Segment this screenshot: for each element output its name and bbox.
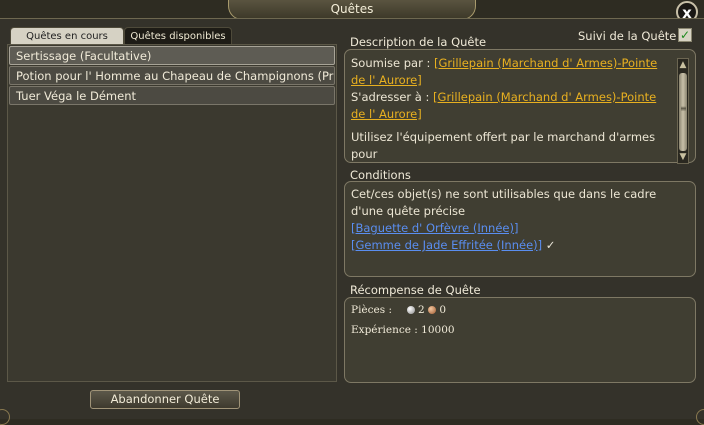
quest-name: Sertissage (Facultative) xyxy=(16,49,152,63)
description-scrollbar[interactable]: ▲ ≡ ▼ xyxy=(677,58,689,164)
conditions-panel: Cet/ces objet(s) ne sont utilisables que… xyxy=(344,181,696,277)
corner-ornament-icon xyxy=(0,409,10,425)
window-title: Quêtes xyxy=(330,2,374,16)
conditions-text-block: Cet/ces objet(s) ne sont utilisables que… xyxy=(351,186,687,254)
scroll-up-icon[interactable]: ▲ xyxy=(677,59,689,71)
copper-coin-icon xyxy=(428,306,437,314)
silver-coin-icon xyxy=(406,306,415,314)
silver-amount: 2 xyxy=(418,304,425,316)
quest-name: Potion pour l' Homme au Chapeau de Champ… xyxy=(16,69,335,83)
abandon-quest-label: Abandonner Quête xyxy=(110,392,220,406)
contact-row: S'adresser à : [Grillepain (Marchand d' … xyxy=(351,89,667,123)
submitted-by-label: Soumise par : xyxy=(351,56,431,70)
coins-row: Pièces : 2 0 xyxy=(351,304,446,316)
quest-tracking-label: Suivi de la Quête xyxy=(578,29,677,43)
checkmark-icon: ✓ xyxy=(679,28,691,42)
tab-available-quests[interactable]: Quêtes disponibles xyxy=(124,27,232,44)
tab-label: Quêtes en cours xyxy=(26,31,108,42)
copper-amount: 0 xyxy=(439,304,447,316)
quest-list: Sertissage (Facultative) Potion pour l' … xyxy=(7,44,337,382)
condition-done-icon: ✓ xyxy=(545,238,556,252)
grip-icon: ≡ xyxy=(680,104,687,113)
reward-panel: Pièces : 2 0 Expérience : 10000 xyxy=(344,297,696,383)
quest-tracking-checkbox[interactable]: ✓ xyxy=(678,28,692,42)
condition-item-link[interactable]: [Gemme de Jade Effritée (Innée)] xyxy=(351,238,542,252)
scroll-down-icon[interactable]: ▼ xyxy=(677,151,689,163)
abandon-quest-button[interactable]: Abandonner Quête xyxy=(90,390,240,409)
quest-name: Tuer Véga le Dément xyxy=(16,89,137,103)
scroll-thumb[interactable]: ≡ xyxy=(679,73,687,151)
window-title-bar: Quêtes xyxy=(228,0,476,20)
experience-reward: Expérience : 10000 xyxy=(351,324,455,336)
description-text: Soumise par : [Grillepain (Marchand d' A… xyxy=(351,55,667,163)
description-panel: Soumise par : [Grillepain (Marchand d' A… xyxy=(344,49,696,164)
list-item[interactable]: Sertissage (Facultative) xyxy=(9,46,335,65)
list-item[interactable]: Potion pour l' Homme au Chapeau de Champ… xyxy=(9,66,335,85)
reward-header: Récompense de Quête xyxy=(350,283,481,297)
description-body: Utilisez l'équipement offert par le marc… xyxy=(351,130,656,161)
contact-label: S'adresser à : xyxy=(351,90,430,104)
list-item[interactable]: Tuer Véga le Dément xyxy=(9,86,335,105)
description-header: Description de la Quête xyxy=(350,35,487,49)
condition-item-link[interactable]: [Baguette d' Orfèvre (Innée)] xyxy=(351,221,518,235)
conditions-header: Conditions xyxy=(350,168,411,182)
coins-label: Pièces : xyxy=(351,304,392,316)
corner-ornament-icon xyxy=(696,409,704,425)
tab-label: Quêtes disponibles xyxy=(130,31,226,42)
conditions-text: Cet/ces objet(s) ne sont utilisables que… xyxy=(351,187,657,218)
submitted-by-row: Soumise par : [Grillepain (Marchand d' A… xyxy=(351,55,667,89)
tab-quests-in-progress[interactable]: Quêtes en cours xyxy=(10,27,124,44)
